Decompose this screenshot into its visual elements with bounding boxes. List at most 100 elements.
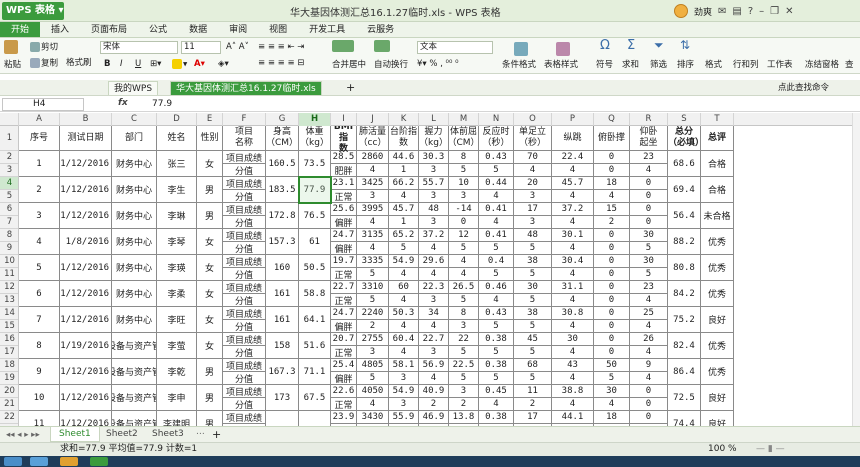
point-cell[interactable]: 0 xyxy=(594,346,630,359)
column-header-b[interactable]: B xyxy=(60,113,112,126)
grade-cell[interactable]: 优秀 xyxy=(701,333,734,359)
score-cell[interactable]: 3335 xyxy=(357,255,389,268)
point-cell[interactable]: 3 xyxy=(389,398,419,411)
header-cell-t[interactable]: 总评 xyxy=(701,126,734,151)
merge-center-label[interactable]: 合并居中 xyxy=(332,60,366,71)
menu-icon[interactable]: ▤ xyxy=(732,6,741,17)
score-cell[interactable]: 0.41 xyxy=(479,229,514,242)
point-cell[interactable]: 1 xyxy=(389,164,419,177)
score-cell[interactable]: 55.7 xyxy=(419,177,449,190)
row-header-20[interactable]: 20 xyxy=(0,385,18,398)
score-cell[interactable]: 54.9 xyxy=(389,385,419,398)
dept-cell[interactable]: 财务中心 xyxy=(112,177,157,203)
seq-cell[interactable]: 6 xyxy=(19,281,60,307)
header-cell-n[interactable]: 反应时 （秒） xyxy=(479,126,514,151)
row-header-13[interactable]: 13 xyxy=(0,294,18,307)
item-score-label[interactable]: 项目成绩 xyxy=(223,203,266,216)
score-cell[interactable]: 45.7 xyxy=(552,177,594,190)
score-cell[interactable]: 0 xyxy=(630,177,668,190)
point-cell[interactable]: 4 xyxy=(594,398,630,411)
point-cell[interactable]: 2 xyxy=(419,398,449,411)
add-sheet-icon[interactable]: + xyxy=(212,429,221,440)
item-score-label[interactable]: 项目成绩 xyxy=(223,359,266,372)
conditional-format-button[interactable]: 条件格式 xyxy=(502,60,536,71)
score-cell[interactable]: 3995 xyxy=(357,203,389,216)
point-cell[interactable]: 4 xyxy=(479,190,514,203)
date-cell[interactable]: 1/12/2016 xyxy=(60,307,112,333)
date-cell[interactable]: 1/12/2016 xyxy=(60,359,112,385)
score-cell[interactable]: 4050 xyxy=(357,385,389,398)
point-cell[interactable]: 4 xyxy=(594,190,630,203)
seq-cell[interactable]: 5 xyxy=(19,255,60,281)
date-cell[interactable]: 1/12/2016 xyxy=(60,177,112,203)
score-cell[interactable]: 26.5 xyxy=(449,281,479,294)
score-cell[interactable]: 0 xyxy=(594,229,630,242)
sex-cell[interactable]: 女 xyxy=(197,255,223,281)
score-cell[interactable]: 22.7 xyxy=(331,281,357,294)
score-cell[interactable]: 43 xyxy=(552,359,594,372)
score-cell[interactable]: 20 xyxy=(514,177,552,190)
item-point-label[interactable]: 分值 xyxy=(223,216,266,229)
grade-cell[interactable]: 优秀 xyxy=(701,255,734,281)
avatar[interactable] xyxy=(674,4,688,18)
point-cell[interactable]: 5 xyxy=(514,346,552,359)
score-cell[interactable]: 38.8 xyxy=(552,385,594,398)
total-cell[interactable]: 84.2 xyxy=(668,281,701,307)
name-cell[interactable]: 李萤 xyxy=(157,333,197,359)
height-cell[interactable]: 158 xyxy=(266,333,299,359)
grade-cell[interactable]: 合格 xyxy=(701,151,734,177)
row-header-22[interactable]: 22 xyxy=(0,411,18,424)
grade-cell[interactable]: 良好 xyxy=(701,385,734,411)
total-cell[interactable]: 72.5 xyxy=(668,385,701,411)
name-cell[interactable]: 李建明 xyxy=(157,411,197,426)
point-cell[interactable]: 4 xyxy=(552,294,594,307)
worksheet-button[interactable]: 工作表 xyxy=(767,60,793,71)
item-score-label[interactable]: 项目成绩 xyxy=(223,411,266,424)
score-cell[interactable]: 58.1 xyxy=(389,359,419,372)
score-cell[interactable]: 38 xyxy=(514,307,552,320)
point-cell[interactable]: 4 xyxy=(389,190,419,203)
score-cell[interactable]: 22.6 xyxy=(331,385,357,398)
font-size-select[interactable]: 11 xyxy=(181,41,221,54)
menu-tab-1[interactable]: 插入 xyxy=(40,22,80,37)
find-button[interactable]: 查 xyxy=(845,60,854,71)
point-cell[interactable]: 5 xyxy=(479,372,514,385)
score-cell[interactable]: 15 xyxy=(594,203,630,216)
height-cell[interactable]: 160 xyxy=(266,255,299,281)
item-score-label[interactable]: 项目成绩 xyxy=(223,385,266,398)
number-buttons[interactable]: ¥▾ % ‚ ⁰⁰ ⁰ xyxy=(417,59,458,70)
dept-cell[interactable]: 设备与资产管 xyxy=(112,359,157,385)
point-cell[interactable]: 0 xyxy=(594,242,630,255)
score-cell[interactable]: 30 xyxy=(594,385,630,398)
point-cell[interactable]: 4 xyxy=(552,398,594,411)
dept-cell[interactable]: 设备与资产管 xyxy=(112,333,157,359)
score-cell[interactable]: 56.9 xyxy=(419,359,449,372)
copy-button[interactable]: 复制 xyxy=(30,58,58,70)
score-cell[interactable]: 0.46 xyxy=(479,281,514,294)
score-cell[interactable]: 4 xyxy=(449,255,479,268)
point-cell[interactable]: 3 xyxy=(419,190,449,203)
score-cell[interactable]: 26 xyxy=(630,333,668,346)
score-cell[interactable]: 34 xyxy=(419,307,449,320)
name-cell[interactable]: 李琴 xyxy=(157,229,197,255)
weight-cell[interactable]: 73.5 xyxy=(299,151,331,177)
score-cell[interactable]: 3425 xyxy=(357,177,389,190)
score-cell[interactable]: 3 xyxy=(449,385,479,398)
score-cell[interactable]: 18 xyxy=(594,411,630,424)
header-cell-f[interactable]: 项目 名称 xyxy=(223,126,266,151)
score-cell[interactable]: 23 xyxy=(630,281,668,294)
table-style-button[interactable]: 表格样式 xyxy=(544,60,578,71)
column-header-i[interactable]: I xyxy=(331,113,357,126)
bold-button[interactable]: B xyxy=(104,59,110,70)
point-cell[interactable]: 4 xyxy=(479,294,514,307)
score-cell[interactable]: 0.43 xyxy=(479,151,514,164)
total-cell[interactable]: 75.2 xyxy=(668,307,701,333)
header-cell-c[interactable]: 部门 xyxy=(112,126,157,151)
point-cell[interactable]: 5 xyxy=(357,372,389,385)
row-header-4[interactable]: 4 xyxy=(0,177,18,190)
score-cell[interactable]: 54.9 xyxy=(389,255,419,268)
score-cell[interactable]: 0 xyxy=(630,203,668,216)
row-header-12[interactable]: 12 xyxy=(0,281,18,294)
new-tab-icon[interactable]: + xyxy=(346,82,355,93)
score-cell[interactable]: 37.2 xyxy=(552,203,594,216)
